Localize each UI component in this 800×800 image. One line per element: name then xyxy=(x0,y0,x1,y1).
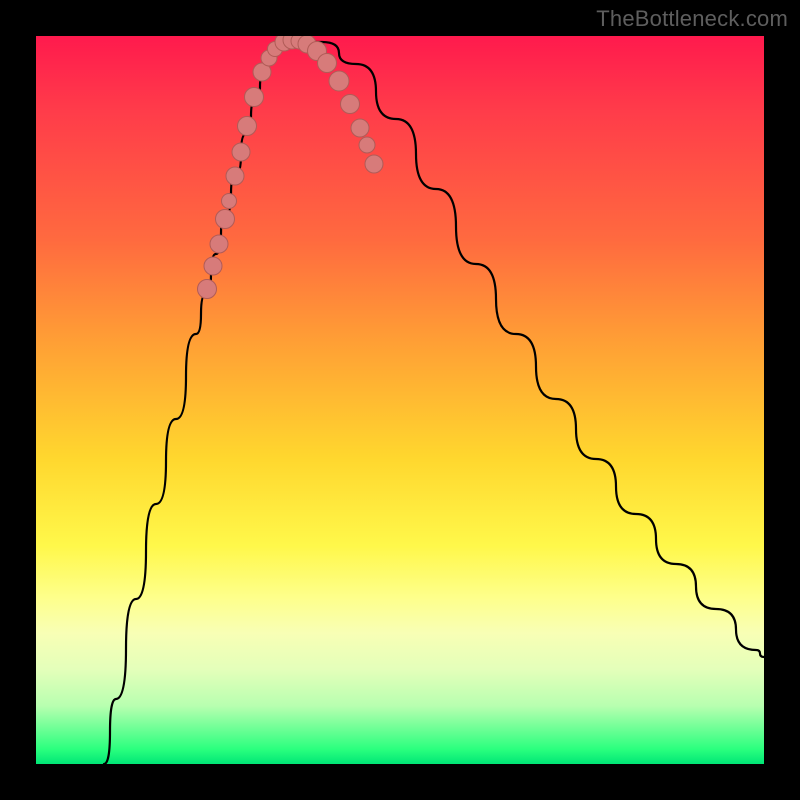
highlight-dots-group xyxy=(198,36,384,299)
highlight-dot xyxy=(351,119,369,137)
chart-frame: TheBottleneck.com xyxy=(0,0,800,800)
highlight-dot xyxy=(318,54,337,73)
highlight-dot xyxy=(359,137,375,153)
watermark-text: TheBottleneck.com xyxy=(596,6,788,32)
highlight-dot xyxy=(226,167,244,185)
highlight-dot xyxy=(232,143,250,161)
highlight-dot xyxy=(210,235,228,253)
highlight-dot xyxy=(222,194,237,209)
highlight-dot xyxy=(204,257,222,275)
highlight-dot xyxy=(198,280,217,299)
bottleneck-curve xyxy=(104,41,764,764)
highlight-dot xyxy=(365,155,383,173)
plot-area xyxy=(36,36,764,764)
highlight-dot xyxy=(245,88,264,107)
highlight-dot xyxy=(341,95,360,114)
highlight-dot xyxy=(238,117,257,136)
chart-svg xyxy=(36,36,764,764)
highlight-dot xyxy=(329,71,349,91)
highlight-dot xyxy=(216,210,235,229)
